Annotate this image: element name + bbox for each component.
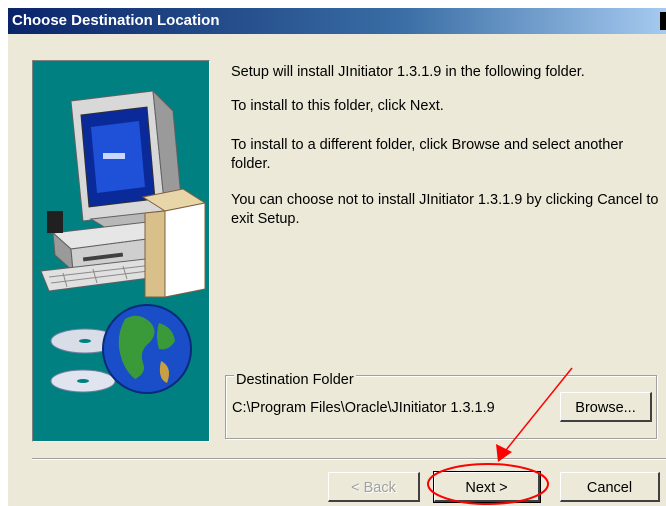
globe-icon xyxy=(102,304,192,394)
setup-dialog: Choose Destination Location Setup will i… xyxy=(8,8,666,506)
destination-folder-label: Destination Folder xyxy=(234,372,356,388)
setup-illustration xyxy=(32,60,210,442)
window-title: Choose Destination Location xyxy=(12,12,220,29)
back-button[interactable]: < Back xyxy=(328,472,420,502)
install-folder-message: Setup will install JInitiator 1.3.1.9 in… xyxy=(231,64,585,80)
title-bar-edge xyxy=(660,12,666,30)
next-button[interactable]: Next > xyxy=(433,471,541,503)
computer-and-globe-illustration xyxy=(40,89,207,394)
title-bar: Choose Destination Location xyxy=(8,8,666,34)
browse-button[interactable]: Browse... xyxy=(560,392,652,422)
button-separator xyxy=(32,458,666,460)
cancel-button[interactable]: Cancel xyxy=(560,472,660,502)
destination-path: C:\Program Files\Oracle\JInitiator 1.3.1… xyxy=(232,400,495,416)
install-next-message: To install to this folder, click Next. xyxy=(231,98,444,114)
floppy-disk-icon xyxy=(47,211,63,233)
browse-instructions-message: To install to a different folder, click … xyxy=(231,137,624,172)
cancel-instructions-message: You can choose not to install JInitiator… xyxy=(231,192,659,227)
